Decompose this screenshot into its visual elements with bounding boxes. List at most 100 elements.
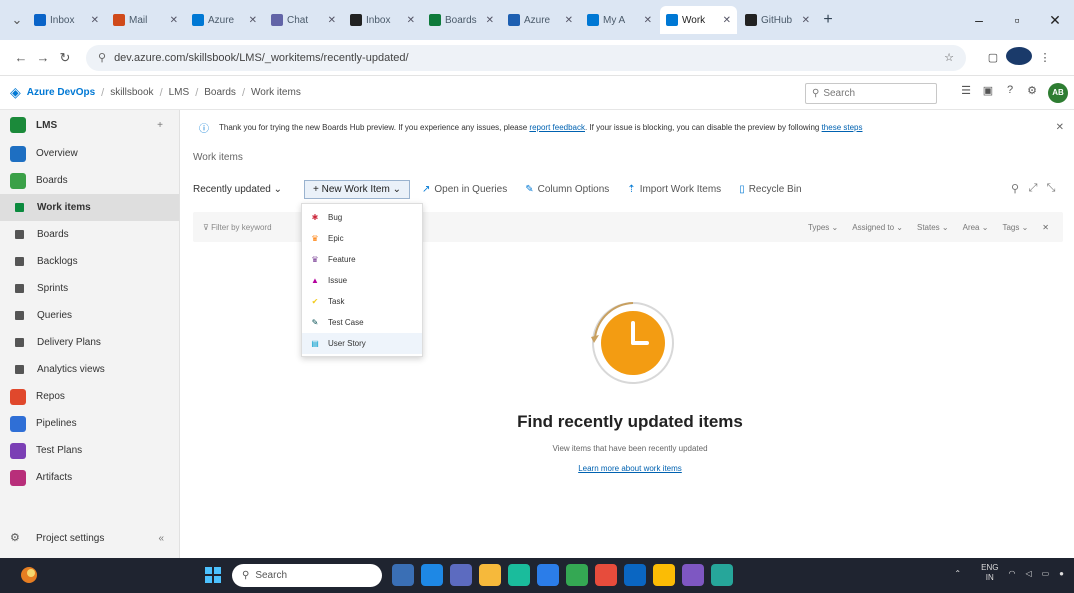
browser-tab[interactable]: Azure ✕ [502, 6, 579, 34]
forward-icon[interactable]: → [32, 50, 54, 65]
menu-item[interactable]: ♛ Feature [302, 249, 422, 270]
tab-close-icon[interactable]: ✕ [170, 15, 178, 26]
notification-icon[interactable]: ● [1059, 569, 1064, 578]
filter-area[interactable]: Area ⌄ [963, 223, 989, 232]
tray-chevron-icon[interactable]: ⌃ [954, 569, 961, 578]
azure-devops-logo-icon[interactable]: ◈ [10, 84, 21, 101]
browser-tab[interactable]: Boards ✕ [423, 6, 500, 34]
help-icon[interactable]: ? [999, 84, 1021, 97]
language-indicator[interactable]: ENG IN [971, 563, 998, 583]
site-info-icon[interactable]: ⚲ [98, 51, 106, 64]
column-options-button[interactable]: ✎ Column Options [525, 184, 609, 195]
browser-tab[interactable]: Azure ✕ [186, 6, 263, 34]
new-tab-button[interactable]: + [818, 11, 838, 29]
app-teal-icon[interactable] [711, 564, 733, 586]
edge-icon[interactable] [421, 564, 443, 586]
project-header[interactable]: LMS + [0, 110, 179, 140]
tab-close-icon[interactable]: ✕ [407, 15, 415, 26]
view-selector[interactable]: Recently updated ⌄ [193, 184, 282, 195]
header-search-input[interactable]: ⚲ Search [805, 83, 937, 104]
extensions-icon[interactable]: ▢ [980, 51, 1006, 64]
sidebar-item[interactable]: Overview [0, 140, 179, 167]
mail-icon[interactable] [537, 564, 559, 586]
filter-close-icon[interactable]: ✕ [1042, 223, 1049, 232]
bookmark-star-icon[interactable]: ☆ [944, 51, 954, 64]
wifi-icon[interactable]: ◠ [1008, 569, 1015, 578]
sidebar-item[interactable]: Delivery Plans [0, 329, 179, 356]
menu-item[interactable]: ✱ Bug [302, 207, 422, 228]
reload-icon[interactable]: ↻ [54, 50, 76, 66]
breadcrumb-hub[interactable]: Boards [204, 87, 236, 98]
vscode-icon[interactable] [624, 564, 646, 586]
user-settings-icon[interactable]: ⚙ [1021, 84, 1043, 97]
tab-close-icon[interactable]: ✕ [565, 15, 573, 26]
tab-close-icon[interactable]: ✕ [328, 15, 336, 26]
add-icon[interactable]: + [157, 120, 163, 131]
tab-close-icon[interactable]: ✕ [249, 15, 257, 26]
sidebar-item[interactable]: Artifacts [0, 464, 179, 491]
browser-tab[interactable]: Mail ✕ [107, 6, 184, 34]
breadcrumb-page[interactable]: Work items [251, 87, 301, 98]
weather-icon[interactable] [18, 564, 40, 586]
tab-search-icon[interactable]: ⌄ [6, 12, 28, 28]
sidebar-item[interactable]: Analytics views [0, 356, 179, 383]
sidebar-item[interactable]: Repos [0, 383, 179, 410]
learn-more-link[interactable]: Learn more about work items [450, 464, 810, 473]
tab-close-icon[interactable]: ✕ [91, 15, 99, 26]
battery-icon[interactable]: ▭ [1042, 569, 1050, 578]
product-name[interactable]: Azure DevOps [27, 87, 95, 98]
sidebar-item[interactable]: Queries [0, 302, 179, 329]
chrome-icon[interactable] [566, 564, 588, 586]
sidebar-item[interactable]: Pipelines [0, 410, 179, 437]
volume-icon[interactable]: ◁ [1025, 569, 1031, 578]
back-icon[interactable]: ← [10, 50, 32, 65]
profile-button[interactable] [1006, 47, 1032, 68]
start-button[interactable] [205, 567, 221, 583]
minimize-button[interactable]: – [960, 12, 998, 28]
menu-item[interactable]: ▲ Issue [302, 270, 422, 291]
menu-item[interactable]: ✔ Task [302, 291, 422, 312]
open-in-queries-button[interactable]: ↗ Open in Queries [422, 184, 507, 195]
expand-icon[interactable]: ⤡ [1042, 182, 1060, 195]
import-work-items-button[interactable]: ⇡ Import Work Items [627, 184, 721, 195]
app-red-icon[interactable] [595, 564, 617, 586]
collapse-icon[interactable]: « [158, 533, 164, 544]
filter-assigned[interactable]: Assigned to ⌄ [852, 223, 903, 232]
close-window-button[interactable]: ✕ [1036, 12, 1074, 29]
sidebar-item[interactable]: Backlogs [0, 248, 179, 275]
user-avatar[interactable]: AB [1048, 83, 1068, 103]
browser-tab[interactable]: Chat ✕ [265, 6, 342, 34]
settings-list-icon[interactable]: ☰ [955, 84, 977, 97]
browser-tab[interactable]: Inbox ✕ [28, 6, 105, 34]
file-explorer-icon[interactable] [392, 564, 414, 586]
tab-close-icon[interactable]: ✕ [486, 15, 494, 26]
store-icon[interactable] [508, 564, 530, 586]
filter-toggle-icon[interactable]: ⚲ [1006, 182, 1024, 195]
tab-close-icon[interactable]: ✕ [723, 15, 731, 26]
sidebar-item[interactable]: Work items [0, 194, 179, 221]
browser-tab[interactable]: My A ✕ [581, 6, 658, 34]
breadcrumb-org[interactable]: skillsbook [110, 87, 153, 98]
menu-item[interactable]: ✎ Test Case [302, 312, 422, 333]
menu-item[interactable]: ♛ Epic [302, 228, 422, 249]
marketplace-icon[interactable]: ▣ [977, 84, 999, 97]
project-settings[interactable]: ⚙ Project settings « [0, 525, 180, 552]
recycle-bin-button[interactable]: ▯ Recycle Bin [739, 184, 801, 195]
filter-keyword-input[interactable]: ⊽ Filter by keyword [203, 223, 808, 232]
maximize-button[interactable]: ▫ [998, 12, 1036, 28]
these-steps-link[interactable]: these steps [822, 123, 863, 132]
folder-icon[interactable] [479, 564, 501, 586]
menu-item[interactable]: ▤ User Story [302, 333, 422, 354]
browser-tab[interactable]: GitHub ✕ [739, 6, 816, 34]
url-field[interactable]: ⚲ dev.azure.com/skillsbook/LMS/_workitem… [86, 44, 966, 71]
sidebar-item[interactable]: Boards [0, 167, 179, 194]
sidebar-item[interactable]: Sprints [0, 275, 179, 302]
browser-menu-icon[interactable]: ⋮ [1032, 51, 1058, 64]
sidebar-item[interactable]: Test Plans [0, 437, 179, 464]
report-feedback-link[interactable]: report feedback [529, 123, 585, 132]
banner-close-icon[interactable]: ✕ [1056, 122, 1064, 133]
fullscreen-icon[interactable]: ⤢ [1024, 182, 1042, 195]
taskbar-search[interactable]: ⚲ Search [232, 564, 382, 587]
tab-close-icon[interactable]: ✕ [802, 15, 810, 26]
breadcrumb-project[interactable]: LMS [169, 87, 190, 98]
